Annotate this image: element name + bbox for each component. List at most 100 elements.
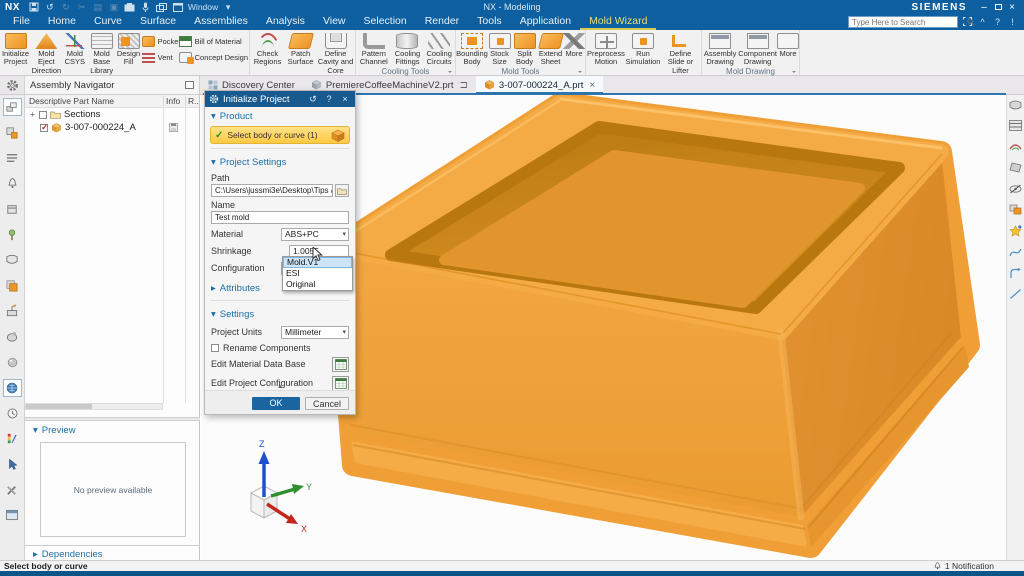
mold-eject-direction-button[interactable]: Mold Eject Direction <box>31 32 62 75</box>
define-slide-lifter-button[interactable]: Define Slide or Lifter <box>661 32 700 75</box>
menu-surface[interactable]: Surface <box>131 14 185 30</box>
process-assistant-icon[interactable] <box>3 328 22 346</box>
expand-icon[interactable]: + <box>29 110 36 119</box>
mold-csys-button[interactable]: Mold CSYS <box>63 32 87 67</box>
ok-button[interactable]: OK <box>252 397 300 410</box>
materials-sphere-icon[interactable] <box>3 353 22 371</box>
notification-area[interactable]: 1 Notification <box>933 561 1024 571</box>
paste-icon[interactable]: ▣ <box>108 2 120 12</box>
edit-material-button[interactable] <box>332 357 349 372</box>
window-layout-icon[interactable] <box>3 506 22 524</box>
save-icon[interactable] <box>28 2 40 12</box>
mold-base-library-button[interactable]: Mold Base Library <box>88 32 115 75</box>
parting-lines-icon[interactable] <box>1008 139 1023 154</box>
menu-application[interactable]: Application <box>511 14 580 30</box>
path-input[interactable]: C:\Users\jussmi3e\Desktop\Tips &Tricks\M <box>211 184 333 197</box>
browse-folder-button[interactable] <box>335 184 349 197</box>
web-browser-icon[interactable] <box>3 379 22 397</box>
close-button[interactable]: × <box>1005 2 1019 13</box>
minimize-button[interactable]: – <box>977 2 991 13</box>
undo-icon[interactable]: ↺ <box>44 2 56 12</box>
preview-section-header[interactable]: ▾ Preview <box>25 422 76 436</box>
column-descriptive-part-name[interactable]: Descriptive Part Name <box>25 96 163 106</box>
parting-surface-icon[interactable] <box>1008 160 1023 175</box>
product-body-icon[interactable] <box>1008 97 1023 112</box>
assembly-navigator-header[interactable]: Assembly Navigator <box>25 76 200 94</box>
hd3d-tools-icon[interactable] <box>3 226 22 244</box>
option-esi[interactable]: ESI <box>283 268 352 279</box>
column-r[interactable]: R.. <box>185 96 199 106</box>
sketch-line-icon[interactable] <box>1008 286 1023 301</box>
tree-row-sections[interactable]: + Sections <box>25 108 199 121</box>
dialog-titlebar[interactable]: Initialize Project ↺ ? × <box>205 91 355 107</box>
search-box[interactable] <box>848 16 958 28</box>
search-input[interactable] <box>849 18 965 27</box>
column-info[interactable]: Info <box>163 96 185 106</box>
dialog-close-icon[interactable]: × <box>339 94 351 104</box>
option-original[interactable]: Original <box>283 279 352 290</box>
navigator-column-headers[interactable]: Descriptive Part Name Info R.. <box>25 95 199 108</box>
constraint-navigator-icon[interactable] <box>3 124 22 142</box>
pattern-channel-button[interactable]: Pattern Channel <box>357 32 391 67</box>
mold-tools-more-button[interactable]: More <box>564 32 584 58</box>
assembly-drawing-button[interactable]: Assembly Drawing <box>703 32 737 67</box>
cut-icon[interactable]: ✂ <box>76 2 88 12</box>
extend-sheet-button[interactable]: Extend Sheet <box>538 32 563 67</box>
favorites-star-icon[interactable] <box>1008 223 1023 238</box>
part-checkbox[interactable] <box>40 124 48 132</box>
hide-parting-icon[interactable] <box>1008 181 1023 196</box>
design-fill-button[interactable]: Design Fill <box>116 32 140 67</box>
sections-checkbox[interactable] <box>39 111 47 119</box>
select-body-row[interactable]: ✓ Select body or curve (1) <box>210 126 350 144</box>
customize-tools-icon[interactable] <box>3 481 22 499</box>
vent-button[interactable]: Vent <box>142 50 178 64</box>
define-cavity-core-button[interactable]: Define Cavity and Core <box>317 32 354 75</box>
concept-design-button[interactable]: Concept Design <box>179 50 248 64</box>
settings-section-header[interactable]: ▾Settings <box>205 305 355 322</box>
corner-curve-icon[interactable] <box>1008 265 1023 280</box>
help-icon[interactable]: ? <box>992 17 1003 27</box>
horizontal-scrollbar[interactable] <box>25 403 163 410</box>
tab-close-icon[interactable]: × <box>589 80 595 91</box>
check-regions-button[interactable]: Check Regions <box>251 32 284 67</box>
settings-gear-icon[interactable] <box>0 76 25 94</box>
dialog-collapse-caret[interactable]: ▴ <box>205 382 355 390</box>
menu-mold-wizard[interactable]: Mold Wizard <box>580 14 656 30</box>
menu-file[interactable]: File <box>4 14 39 30</box>
cooling-fittings-button[interactable]: Cooling Fittings <box>392 32 424 67</box>
tree-row-part[interactable]: 3-007-000224_A <box>25 121 199 134</box>
bill-of-material-button[interactable]: Bill of Material <box>179 34 248 48</box>
tab-active-part[interactable]: 3-007-000224_A.prt × <box>476 76 603 94</box>
product-section-header[interactable]: ▾Product <box>205 107 355 124</box>
menu-selection[interactable]: Selection <box>355 14 416 30</box>
component-drawing-button[interactable]: Component Drawing <box>738 32 777 67</box>
project-settings-header[interactable]: ▾Project Settings <box>205 153 355 170</box>
notification-bell-icon[interactable] <box>3 175 22 193</box>
visual-reports-icon[interactable] <box>3 251 22 269</box>
menu-home[interactable]: Home <box>39 14 85 30</box>
project-units-select[interactable]: Millimeter▾ <box>281 326 349 339</box>
rename-components-checkbox[interactable] <box>211 344 219 352</box>
command-finder-icon[interactable]: ! <box>1007 17 1018 27</box>
microphone-icon[interactable] <box>140 2 152 12</box>
redo-icon[interactable]: ↻ <box>60 2 72 12</box>
menu-analysis[interactable]: Analysis <box>257 14 314 30</box>
bounding-body-button[interactable]: Bounding Body <box>457 32 487 67</box>
assembly-navigator-icon[interactable] <box>3 98 22 116</box>
reuse-library-icon[interactable] <box>3 200 22 218</box>
split-body-button[interactable]: Split Body <box>512 32 537 67</box>
cancel-button[interactable]: Cancel <box>305 397 349 410</box>
menu-view[interactable]: View <box>314 14 355 30</box>
roles-icon[interactable] <box>3 430 22 448</box>
run-simulation-button[interactable]: Run Simulation <box>626 32 660 67</box>
menu-tools[interactable]: Tools <box>468 14 511 30</box>
spline-curve-icon[interactable] <box>1008 244 1023 259</box>
scrollbar-thumb[interactable] <box>26 404 92 409</box>
pocket-button[interactable]: Pocket <box>142 34 178 48</box>
fullscreen-icon[interactable] <box>962 17 973 28</box>
new-window-icon[interactable] <box>156 2 168 12</box>
mold-base-icon[interactable] <box>1008 118 1023 133</box>
initialize-project-button[interactable]: Initialize Project <box>1 32 30 67</box>
mold-drawing-more-button[interactable]: More <box>778 32 798 58</box>
stock-size-button[interactable]: Stock Size <box>488 32 511 67</box>
